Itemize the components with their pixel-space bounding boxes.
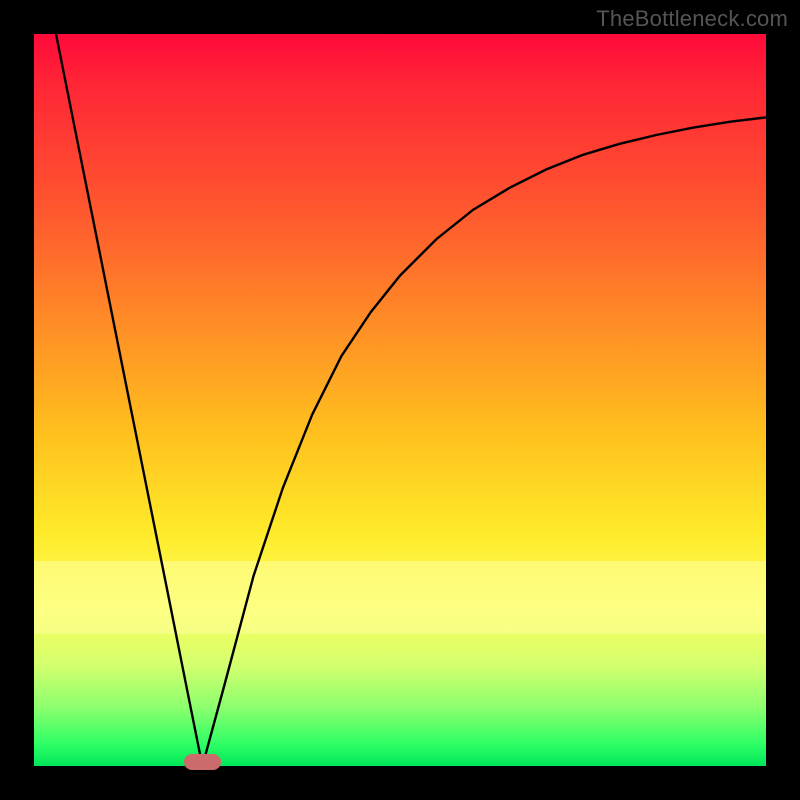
highlight-band [34,561,766,634]
plot-area [34,34,766,766]
optimal-marker [184,754,221,770]
chart-frame: TheBottleneck.com [0,0,800,800]
watermark-text: TheBottleneck.com [596,6,788,32]
